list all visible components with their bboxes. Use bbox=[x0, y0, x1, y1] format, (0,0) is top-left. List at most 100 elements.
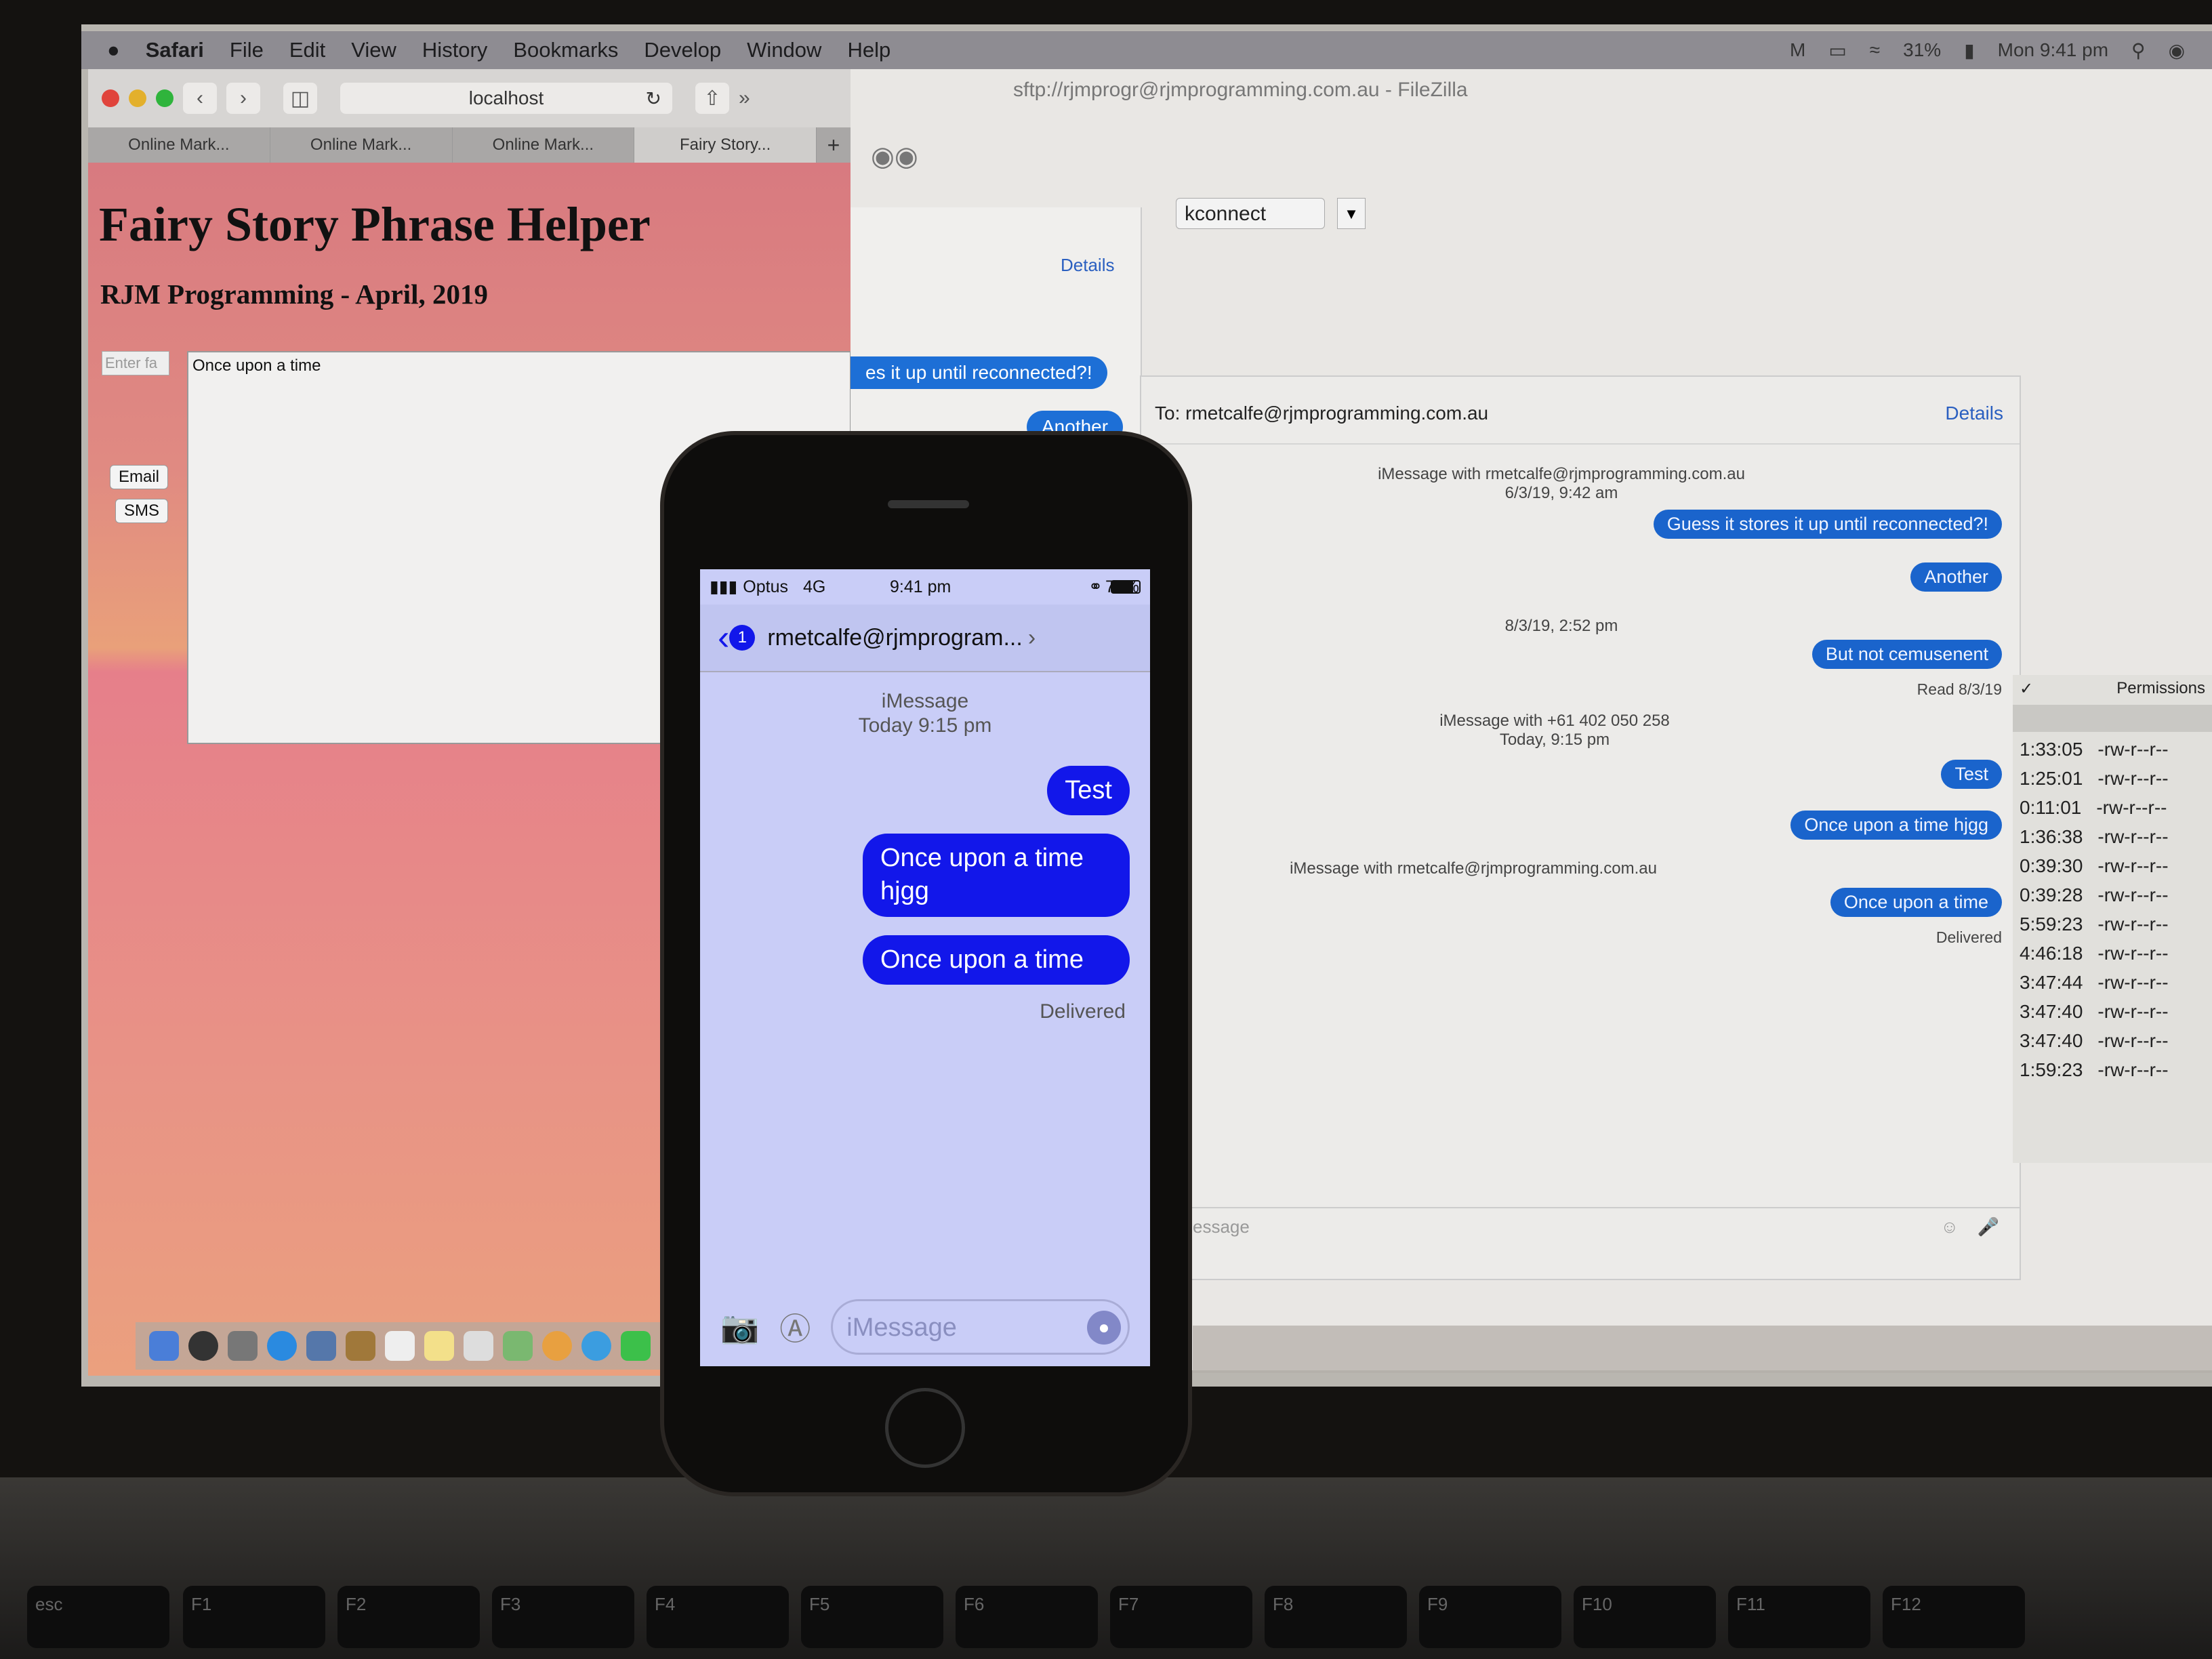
file-row[interactable]: 3:47:40 -rw-r--r-- bbox=[2013, 1030, 2212, 1059]
close-button[interactable] bbox=[102, 89, 119, 107]
chevron-right-icon[interactable]: › bbox=[1028, 625, 1036, 651]
share-icon[interactable]: ⇧ bbox=[695, 83, 729, 114]
key-f4[interactable]: F4 bbox=[647, 1586, 789, 1648]
key-f7[interactable]: F7 bbox=[1110, 1586, 1252, 1648]
back-icon[interactable]: ‹ bbox=[183, 83, 217, 114]
battery-percent[interactable]: 31% bbox=[1903, 39, 1941, 61]
stickies-icon[interactable] bbox=[424, 1331, 454, 1361]
wifi-icon[interactable]: ≈ bbox=[1870, 39, 1880, 61]
microphone-icon[interactable]: ● bbox=[1087, 1311, 1121, 1345]
file-row[interactable]: 0:11:01 -rw-r--r-- bbox=[2013, 797, 2212, 826]
emoji-icon[interactable]: ☺ bbox=[1940, 1216, 1959, 1237]
email-button[interactable]: Email bbox=[110, 465, 169, 489]
permissions-column-header[interactable]: Permissions bbox=[2116, 679, 2205, 701]
siri-dock-icon[interactable] bbox=[188, 1331, 218, 1361]
tab-online-mark-3[interactable]: Online Mark... bbox=[453, 127, 635, 163]
menu-help[interactable]: Help bbox=[847, 38, 890, 62]
key-f12[interactable]: F12 bbox=[1883, 1586, 2025, 1648]
file-row[interactable]: 4:46:18 -rw-r--r-- bbox=[2013, 943, 2212, 972]
key-f2[interactable]: F2 bbox=[337, 1586, 480, 1648]
new-tab-button[interactable]: + bbox=[817, 127, 851, 163]
quickconnect-dropdown-icon[interactable]: ▼ bbox=[1337, 198, 1366, 229]
details-link[interactable]: Details bbox=[1061, 255, 1114, 276]
sms-button[interactable]: SMS bbox=[115, 499, 169, 523]
calendar-icon[interactable] bbox=[385, 1331, 415, 1361]
siri-icon[interactable]: ◉ bbox=[2169, 39, 2185, 62]
menu-app[interactable]: Safari bbox=[146, 38, 204, 62]
unread-badge[interactable]: 1 bbox=[729, 625, 756, 651]
address-bar[interactable]: localhost ↻ bbox=[340, 83, 672, 114]
microphone-icon[interactable]: 🎤 bbox=[1978, 1216, 1999, 1237]
reminders-icon[interactable] bbox=[464, 1331, 493, 1361]
facetime-icon[interactable] bbox=[621, 1331, 651, 1361]
file-permissions: -rw-r--r-- bbox=[2097, 914, 2169, 935]
spotlight-icon[interactable]: ⚲ bbox=[2131, 39, 2146, 62]
mail-icon[interactable] bbox=[306, 1331, 336, 1361]
timestamp: 6/3/19, 9:42 am bbox=[1504, 484, 1618, 502]
key-f11[interactable]: F11 bbox=[1728, 1586, 1870, 1648]
menu-history[interactable]: History bbox=[422, 38, 487, 62]
file-row[interactable]: 3:47:44 -rw-r--r-- bbox=[2013, 972, 2212, 1001]
tab-online-mark-1[interactable]: Online Mark... bbox=[88, 127, 270, 163]
file-row[interactable]: 1:25:01 -rw-r--r-- bbox=[2013, 768, 2212, 797]
app-store-icon[interactable]: Ⓐ bbox=[779, 1305, 811, 1349]
binoculars-icon[interactable]: ◉◉ bbox=[871, 141, 918, 172]
details-link[interactable]: Details bbox=[1945, 403, 2003, 424]
key-f9[interactable]: F9 bbox=[1419, 1586, 1561, 1648]
file-permissions: -rw-r--r-- bbox=[2097, 739, 2169, 760]
network: 4G bbox=[802, 577, 826, 596]
menu-view[interactable]: View bbox=[351, 38, 396, 62]
menu-develop[interactable]: Develop bbox=[644, 38, 721, 62]
key-f8[interactable]: F8 bbox=[1265, 1586, 1407, 1648]
finder-icon[interactable] bbox=[149, 1331, 179, 1361]
imessage-input[interactable]: iMessage ● bbox=[831, 1299, 1130, 1355]
airplay-icon[interactable]: ▭ bbox=[1828, 39, 1846, 62]
key-f5[interactable]: F5 bbox=[801, 1586, 943, 1648]
recipient[interactable]: rmetcalfe@rjmprogramming.com.au bbox=[1185, 403, 1488, 424]
messages-icon[interactable] bbox=[581, 1331, 611, 1361]
maps-icon[interactable] bbox=[503, 1331, 533, 1361]
forward-icon[interactable]: › bbox=[226, 83, 260, 114]
contact-name[interactable]: rmetcalfe@rjmprogram... bbox=[767, 625, 1022, 651]
photos-icon[interactable] bbox=[542, 1331, 572, 1361]
malwarebytes-icon[interactable]: M bbox=[1790, 39, 1805, 61]
quickconnect-button[interactable]: kconnect bbox=[1176, 198, 1325, 229]
file-row[interactable]: 1:59:23 -rw-r--r-- bbox=[2013, 1059, 2212, 1088]
menu-window[interactable]: Window bbox=[747, 38, 821, 62]
file-row[interactable]: 0:39:28 -rw-r--r-- bbox=[2013, 884, 2212, 914]
file-row[interactable]: 1:36:38 -rw-r--r-- bbox=[2013, 826, 2212, 855]
minimize-button[interactable] bbox=[129, 89, 146, 107]
message-input[interactable]: essage ☺ 🎤 bbox=[1179, 1207, 2020, 1244]
key-f10[interactable]: F10 bbox=[1574, 1586, 1716, 1648]
back-chevron-icon[interactable]: ‹ bbox=[718, 617, 729, 658]
menu-file[interactable]: File bbox=[230, 38, 264, 62]
safari-icon[interactable] bbox=[267, 1331, 297, 1361]
tab-fairy-story[interactable]: Fairy Story... bbox=[634, 127, 817, 163]
key-f6[interactable]: F6 bbox=[956, 1586, 1098, 1648]
menu-clock[interactable]: Mon 9:41 pm bbox=[1998, 39, 2108, 61]
enter-field[interactable]: Enter fa bbox=[102, 351, 169, 375]
overflow-icon[interactable]: » bbox=[739, 87, 750, 110]
file-permissions: -rw-r--r-- bbox=[2097, 1001, 2169, 1022]
tab-online-mark-2[interactable]: Online Mark... bbox=[270, 127, 453, 163]
conversation-timestamp: Today 9:15 pm bbox=[858, 714, 992, 737]
camera-icon[interactable]: 📷 bbox=[720, 1309, 759, 1346]
sidebar-icon[interactable]: ◫ bbox=[283, 83, 317, 114]
zoom-button[interactable] bbox=[156, 89, 173, 107]
key-f1[interactable]: F1 bbox=[183, 1586, 325, 1648]
service-label: iMessage bbox=[881, 690, 969, 712]
apple-icon[interactable]: ● bbox=[107, 38, 120, 62]
file-row[interactable]: 5:59:23 -rw-r--r-- bbox=[2013, 914, 2212, 943]
key-f3[interactable]: F3 bbox=[492, 1586, 634, 1648]
menu-bar: ● Safari File Edit View History Bookmark… bbox=[81, 31, 2212, 69]
menu-edit[interactable]: Edit bbox=[289, 38, 325, 62]
launchpad-icon[interactable] bbox=[228, 1331, 258, 1361]
reload-icon[interactable]: ↻ bbox=[646, 87, 661, 110]
notes-icon[interactable] bbox=[346, 1331, 375, 1361]
file-row[interactable]: 0:39:30 -rw-r--r-- bbox=[2013, 855, 2212, 884]
file-row[interactable]: 1:33:05 -rw-r--r-- bbox=[2013, 739, 2212, 768]
file-row[interactable]: 3:47:40 -rw-r--r-- bbox=[2013, 1001, 2212, 1030]
key-esc[interactable]: esc bbox=[27, 1586, 169, 1648]
menu-bookmarks[interactable]: Bookmarks bbox=[513, 38, 618, 62]
home-button[interactable] bbox=[885, 1388, 965, 1468]
